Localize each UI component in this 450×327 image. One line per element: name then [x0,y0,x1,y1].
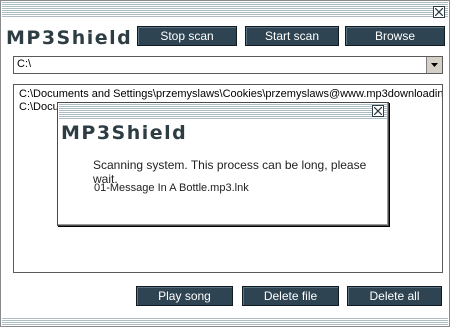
dialog-close-button[interactable] [372,105,384,117]
start-scan-button[interactable]: Start scan [245,26,339,46]
stop-scan-button[interactable]: Stop scan [137,26,237,46]
scanning-dialog: MP3Shield Scanning system. This process … [57,102,389,226]
list-item[interactable]: C:\Documents and Settings\przemyslaws\Co… [19,88,442,100]
logo-text: MP3Shield [6,27,131,48]
title-bar[interactable] [2,2,448,18]
close-button[interactable] [433,6,445,18]
dialog-title-bar[interactable] [59,104,387,119]
dialog-logo: MP3Shield [61,121,186,143]
path-select-value: C:\ [17,58,32,70]
browse-button[interactable]: Browse [345,26,445,46]
delete-file-button[interactable]: Delete file [242,286,339,306]
dropdown-button[interactable] [426,57,442,73]
dropdown-arrow-icon [431,63,438,67]
app-logo: MP3Shield [6,26,131,48]
dialog-current-file: 01-Message In A Bottle.mp3.lnk [94,182,249,194]
close-icon [435,8,443,16]
status-bar [2,318,448,326]
path-select[interactable]: C:\ [13,56,443,74]
close-icon [374,107,382,115]
delete-all-button[interactable]: Delete all [347,286,442,306]
dialog-logo-text: MP3Shield [61,122,186,143]
play-song-button[interactable]: Play song [136,286,233,306]
